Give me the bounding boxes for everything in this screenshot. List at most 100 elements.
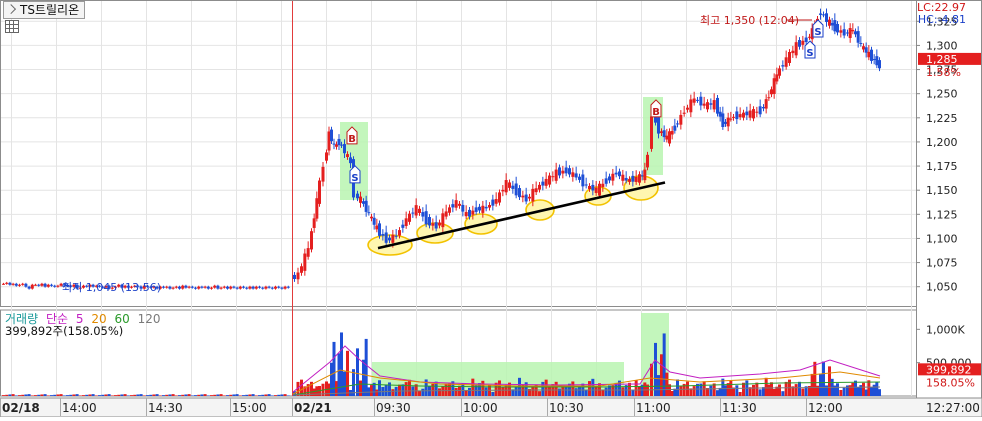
volume-bar [601,390,605,396]
candle-body [870,49,873,61]
candle-body [378,223,381,236]
candle-body [494,199,498,204]
volume-bar [584,390,588,396]
candle-body [229,286,233,289]
volume-bar [206,395,210,396]
volume-legend-ma120: 120 [137,312,161,326]
candle-body [210,287,213,289]
volume-bar [146,395,149,396]
candle-body [614,172,618,175]
volume-bar [213,394,217,396]
price-tick-label: 1,075 [926,257,958,270]
candle-body [638,174,641,183]
volume-bar [752,384,755,396]
candle-body [584,184,588,186]
volume-bar [174,395,178,396]
volume-bar [149,394,153,396]
candle-body [621,174,625,181]
candle-body [431,223,435,226]
stock-name-box[interactable]: TS트릴리온 [3,1,86,19]
candle-body [367,212,371,214]
volume-bar [738,392,742,396]
volume-bar [638,387,641,396]
candle-body [264,286,268,289]
volume-bar [277,394,281,396]
candle-body [631,175,635,182]
time-tick-label: 02/18 [2,401,40,415]
candle-body [46,284,50,287]
candle-body [190,286,194,288]
candle-body [206,286,210,289]
candle-body [362,201,365,204]
candle-body [762,107,765,109]
volume-bar [280,394,284,396]
volume-bar [258,395,261,396]
candle-body [643,169,647,181]
chevron-icon[interactable] [6,4,17,15]
candle-body [178,286,181,289]
volume-bar [27,394,31,396]
price-tick-label: 1,225 [926,112,958,125]
volume-bar [631,389,635,396]
price-tick-label: 1,125 [926,208,958,221]
volume-bar [94,395,98,396]
volume-bar [168,394,172,396]
candle-body [716,97,719,114]
candle-body [670,130,674,135]
candle-body [662,130,666,138]
candle-body [660,131,663,134]
candle-body [581,174,585,187]
candle-body [356,193,359,199]
candle-body [261,287,265,289]
candle-body [448,207,451,213]
volume-bar [346,350,349,396]
volume-bar [724,385,727,396]
candle-body [721,113,725,127]
candle-body [682,112,686,114]
candle-body [830,22,834,26]
candle-body [538,184,541,190]
grid-icon[interactable] [5,20,19,33]
candle-body [388,237,391,241]
volume-bar [40,394,44,396]
volume-bar [438,388,441,396]
volume-bar [878,389,881,396]
candle-body [724,121,727,124]
candle-body [864,47,868,53]
price-volume-chart[interactable]: 1,050 1,075 1,100 1,125 1,150 1,175 1,200 1,225… [0,0,982,418]
candle-body [372,217,376,225]
volume-bar [88,394,92,396]
volume-bar [781,391,785,396]
candle-body [804,37,808,43]
volume-bar [561,386,565,396]
volume-bar [634,380,638,396]
current-volume-ratio: 158.05% [926,376,975,389]
candle-body [267,286,271,288]
candle-body [321,166,325,182]
volume-bar [283,394,287,396]
volume-bar [59,394,63,396]
time-tick-label: 10:30 [549,401,584,415]
volume-bar [628,382,631,396]
volume-bar [574,388,578,396]
volume-bar [735,385,739,396]
volume-bar [8,394,12,396]
volume-bar [491,392,495,396]
volume-bar [210,395,213,396]
candle-body [404,218,408,226]
candle-body [851,29,855,32]
candle-body [752,109,755,119]
volume-bar [133,394,137,396]
signal-marker-label: B [348,134,356,145]
volume-bar [242,395,245,396]
volume-bar [370,385,373,396]
candle-body [755,111,759,113]
candle-body [238,286,242,289]
volume-bar [544,379,548,396]
candle-body [24,283,28,287]
candle-body [254,286,258,289]
candle-body [862,46,865,50]
volume-bar [120,394,124,396]
candle-body [801,40,805,45]
volume-bar [709,385,713,396]
